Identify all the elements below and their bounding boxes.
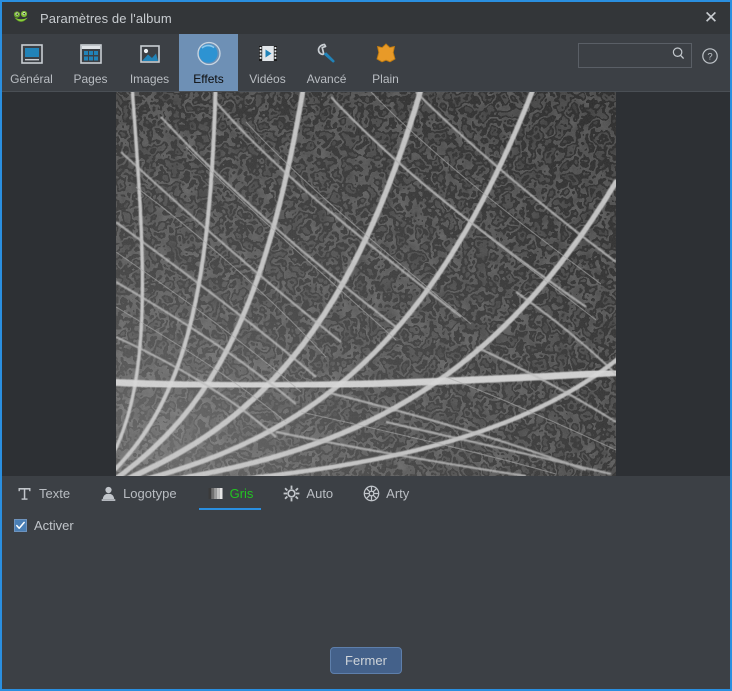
effect-tab-logotype[interactable]: Logotype [98,476,179,510]
general-icon [17,39,47,69]
toolbar-item-general[interactable]: Général [2,34,61,92]
preview-image[interactable] [116,92,616,476]
text-icon [16,485,33,502]
enable-checkbox-row[interactable]: Activer [2,510,730,533]
effect-tab-auto[interactable]: Auto [281,476,335,510]
main-toolbar: Général Pages Images Effets Vidéos Avanc… [2,34,730,92]
enable-checkbox[interactable] [14,519,27,532]
close-icon[interactable]: ✕ [688,2,730,34]
toolbar-label-advanced: Avancé [306,72,347,86]
frog-icon [12,9,30,27]
pages-icon [76,39,106,69]
toolbar-item-videos[interactable]: Vidéos [238,34,297,92]
toolbar-label-effects: Effets [193,72,224,86]
toolbar-label-skin: Plain [372,72,399,86]
toolbar-item-advanced[interactable]: Avancé [297,34,356,92]
toolbar-item-images[interactable]: Images [120,34,179,92]
effect-tab-label-logotype: Logotype [123,485,177,501]
arty-flower-icon [363,485,380,502]
toolbar-item-skin[interactable]: Plain [356,34,415,92]
toolbar-label-images: Images [129,72,170,86]
grayscale-bars-icon [207,485,224,502]
dialog-footer: Fermer [2,647,730,674]
toolbar-right-group: ? [578,43,730,68]
preview-area [2,92,730,476]
toolbar-label-videos: Vidéos [249,72,286,86]
toolbar-item-pages[interactable]: Pages [61,34,120,92]
logo-stamp-icon [100,485,117,502]
effect-tab-gris[interactable]: Gris [198,476,262,510]
images-icon [135,39,165,69]
close-button[interactable]: Fermer [330,647,402,674]
toolbar-label-general: Général [10,72,53,86]
auto-sun-icon [283,485,300,502]
search-input[interactable] [579,47,671,64]
help-icon[interactable]: ? [699,45,721,67]
search-icon[interactable] [671,46,686,66]
advanced-icon [312,39,342,69]
toolbar-label-pages: Pages [73,72,108,86]
window-title: Paramètres de l'album [40,10,172,26]
effect-tab-label-texte: Texte [39,485,71,501]
search-box[interactable] [578,43,692,68]
effects-icon [194,39,224,69]
skin-icon [371,39,401,69]
effect-tab-bar: Texte Logotype Gris Auto Arty [2,476,730,510]
videos-icon [253,39,283,69]
effect-tab-label-gris: Gris [229,485,254,501]
album-settings-window: Paramètres de l'album ✕ Général Pages Im… [0,0,732,691]
toolbar-item-effects[interactable]: Effets [179,34,238,92]
effect-tab-label-arty: Arty [386,485,410,501]
title-bar: Paramètres de l'album ✕ [2,2,730,34]
effect-tab-texte[interactable]: Texte [14,476,72,510]
effect-tab-label-auto: Auto [306,485,334,501]
effect-tab-arty[interactable]: Arty [361,476,411,510]
enable-checkbox-label: Activer [34,518,74,533]
svg-text:?: ? [707,51,712,62]
